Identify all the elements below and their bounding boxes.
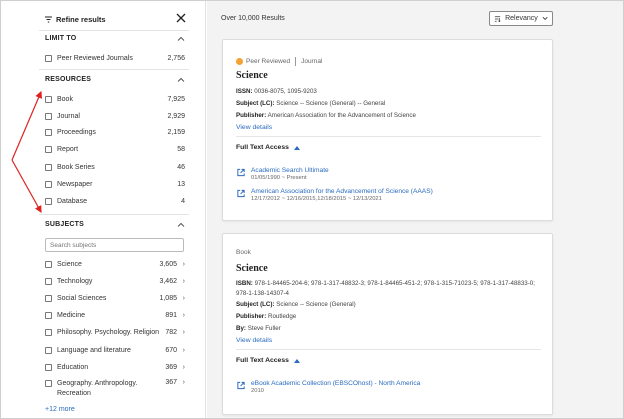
- filter-resource-proceedings[interactable]: Proceedings 2,159: [45, 127, 185, 137]
- close-icon[interactable]: [175, 12, 187, 24]
- resources-heading[interactable]: RESOURCES: [45, 76, 91, 83]
- checkbox[interactable]: [45, 128, 52, 136]
- filter-subject-geography[interactable]: Geography. Anthropology. Recreation 367 ›: [45, 379, 185, 399]
- card-meta: Book: [236, 249, 251, 256]
- result-title[interactable]: Science: [236, 70, 268, 81]
- divider: [236, 136, 541, 137]
- results-count: Over 10,000 Results: [221, 15, 285, 22]
- sort-icon: [494, 15, 501, 22]
- external-link-icon: [237, 189, 245, 198]
- filter-resource-journal[interactable]: Journal 2,929: [45, 111, 185, 121]
- refine-title: Refine results: [56, 15, 106, 24]
- publisher-line: Publisher: Routledge: [236, 313, 297, 320]
- checkbox[interactable]: [45, 380, 52, 387]
- issn-line: ISSN: 0036-8075, 1095-9203: [236, 88, 317, 95]
- checkbox[interactable]: [45, 277, 52, 285]
- separator: [295, 57, 297, 66]
- source-item[interactable]: American Association for the Advancement…: [236, 188, 433, 202]
- refine-header: Refine results: [45, 15, 106, 24]
- subjects-heading[interactable]: SUBJECTS: [45, 221, 84, 228]
- search-subjects-input[interactable]: [45, 238, 184, 252]
- full-text-access-toggle[interactable]: Full Text Access: [236, 357, 300, 364]
- filter-resource-report[interactable]: Report 58: [45, 144, 185, 154]
- chevron-right-icon[interactable]: ›: [179, 295, 185, 302]
- full-text-access-toggle[interactable]: Full Text Access: [236, 144, 300, 151]
- checkbox[interactable]: [45, 363, 52, 371]
- peer-reviewed-icon: [236, 58, 243, 65]
- filter-subject-technology[interactable]: Technology 3,462 ›: [45, 276, 185, 286]
- checkbox[interactable]: [45, 197, 52, 205]
- result-card[interactable]: Book Science ISBN: 978-1-84465-204-6; 97…: [222, 233, 553, 415]
- filter-peer-reviewed[interactable]: Peer Reviewed Journals 2,756: [45, 53, 185, 63]
- filter-resource-database[interactable]: Database 4: [45, 196, 185, 206]
- source-dates: 01/05/1990 ~ Present: [251, 175, 307, 181]
- chevron-down-icon: [542, 16, 548, 20]
- checkbox[interactable]: [45, 328, 52, 336]
- checkbox[interactable]: [45, 54, 52, 62]
- result-title[interactable]: Science: [236, 263, 268, 274]
- divider: [236, 349, 541, 350]
- filter-subject-medicine[interactable]: Medicine 891 ›: [45, 310, 185, 320]
- filter-icon: [45, 16, 52, 23]
- chevron-right-icon[interactable]: ›: [179, 347, 185, 354]
- caret-up-icon: [293, 145, 300, 150]
- source-item[interactable]: Academic Search Ultimate 01/05/1990 ~ Pre…: [236, 167, 329, 181]
- card-meta: Peer Reviewed Journal: [236, 57, 322, 66]
- filter-subject-science[interactable]: Science 3,605 ›: [45, 259, 185, 269]
- filter-resource-newspaper[interactable]: Newspaper 13: [45, 179, 185, 189]
- caret-up-icon: [293, 358, 300, 363]
- refine-sidebar: Refine results LIMIT TO Peer Reviewed Jo…: [1, 1, 206, 418]
- results-pane: Over 10,000 Results Relevancy Peer Revie…: [207, 1, 623, 418]
- checkbox[interactable]: [45, 112, 52, 120]
- more-subjects-link[interactable]: +12 more: [45, 406, 75, 413]
- divider: [39, 69, 189, 70]
- filter-subject-language[interactable]: Language and literature 670 ›: [45, 345, 185, 355]
- checkbox[interactable]: [45, 260, 52, 268]
- checkbox[interactable]: [45, 145, 52, 153]
- result-card[interactable]: Peer Reviewed Journal Science ISSN: 0036…: [222, 39, 553, 221]
- subject-line: Subject (LC): Science -- Science (Genera…: [236, 301, 356, 308]
- filter-resource-book-series[interactable]: Book Series 46: [45, 162, 185, 172]
- filter-subject-education[interactable]: Education 369 ›: [45, 362, 185, 372]
- external-link-icon: [237, 168, 245, 177]
- isbn-line-2: 978-1-138-14307-4: [236, 290, 289, 297]
- chevron-up-icon[interactable]: [177, 77, 185, 83]
- author-line: By: Steve Fuller: [236, 325, 281, 332]
- filter-subject-social-sciences[interactable]: Social Sciences 1,085 ›: [45, 293, 185, 303]
- chevron-right-icon[interactable]: ›: [179, 364, 185, 371]
- chevron-right-icon[interactable]: ›: [179, 261, 185, 268]
- subject-line: Subject (LC): Science -- Science (Genera…: [236, 100, 386, 107]
- source-dates: 2010: [251, 388, 264, 394]
- view-details-link[interactable]: View details: [236, 337, 272, 344]
- checkbox[interactable]: [45, 163, 52, 171]
- filter-subject-philosophy[interactable]: Philosophy. Psychology. Religion 782 ›: [45, 327, 185, 337]
- limit-to-heading[interactable]: LIMIT TO: [45, 35, 76, 42]
- chevron-right-icon[interactable]: ›: [179, 278, 185, 285]
- chevron-right-icon[interactable]: ›: [179, 379, 185, 386]
- chevron-up-icon[interactable]: [177, 36, 185, 42]
- checkbox[interactable]: [45, 180, 52, 188]
- source-item[interactable]: eBook Academic Collection (EBSCOhost) - …: [236, 380, 420, 394]
- chevron-up-icon[interactable]: [177, 222, 185, 228]
- divider: [39, 214, 189, 215]
- isbn-line: ISBN: 978-1-84465-204-6; 978-1-317-48832…: [236, 280, 535, 287]
- checkbox[interactable]: [45, 294, 52, 302]
- checkbox[interactable]: [45, 95, 52, 103]
- sort-value: Relevancy: [505, 15, 538, 22]
- sort-dropdown[interactable]: Relevancy: [489, 11, 553, 26]
- chevron-right-icon[interactable]: ›: [179, 329, 185, 336]
- view-details-link[interactable]: View details: [236, 124, 272, 131]
- publisher-line: Publisher: American Association for the …: [236, 112, 416, 119]
- checkbox[interactable]: [45, 311, 52, 319]
- checkbox[interactable]: [45, 346, 52, 354]
- source-name[interactable]: Academic Search Ultimate: [251, 167, 329, 174]
- filter-resource-book[interactable]: Book 7,925: [45, 94, 185, 104]
- divider: [39, 30, 189, 31]
- source-dates: 12/17/2012 ~ 12/16/2015,12/18/2015 ~ 12/…: [251, 196, 382, 202]
- chevron-right-icon[interactable]: ›: [179, 312, 185, 319]
- source-name[interactable]: eBook Academic Collection (EBSCOhost) - …: [251, 380, 420, 387]
- source-name[interactable]: American Association for the Advancement…: [251, 188, 433, 195]
- external-link-icon: [237, 381, 245, 390]
